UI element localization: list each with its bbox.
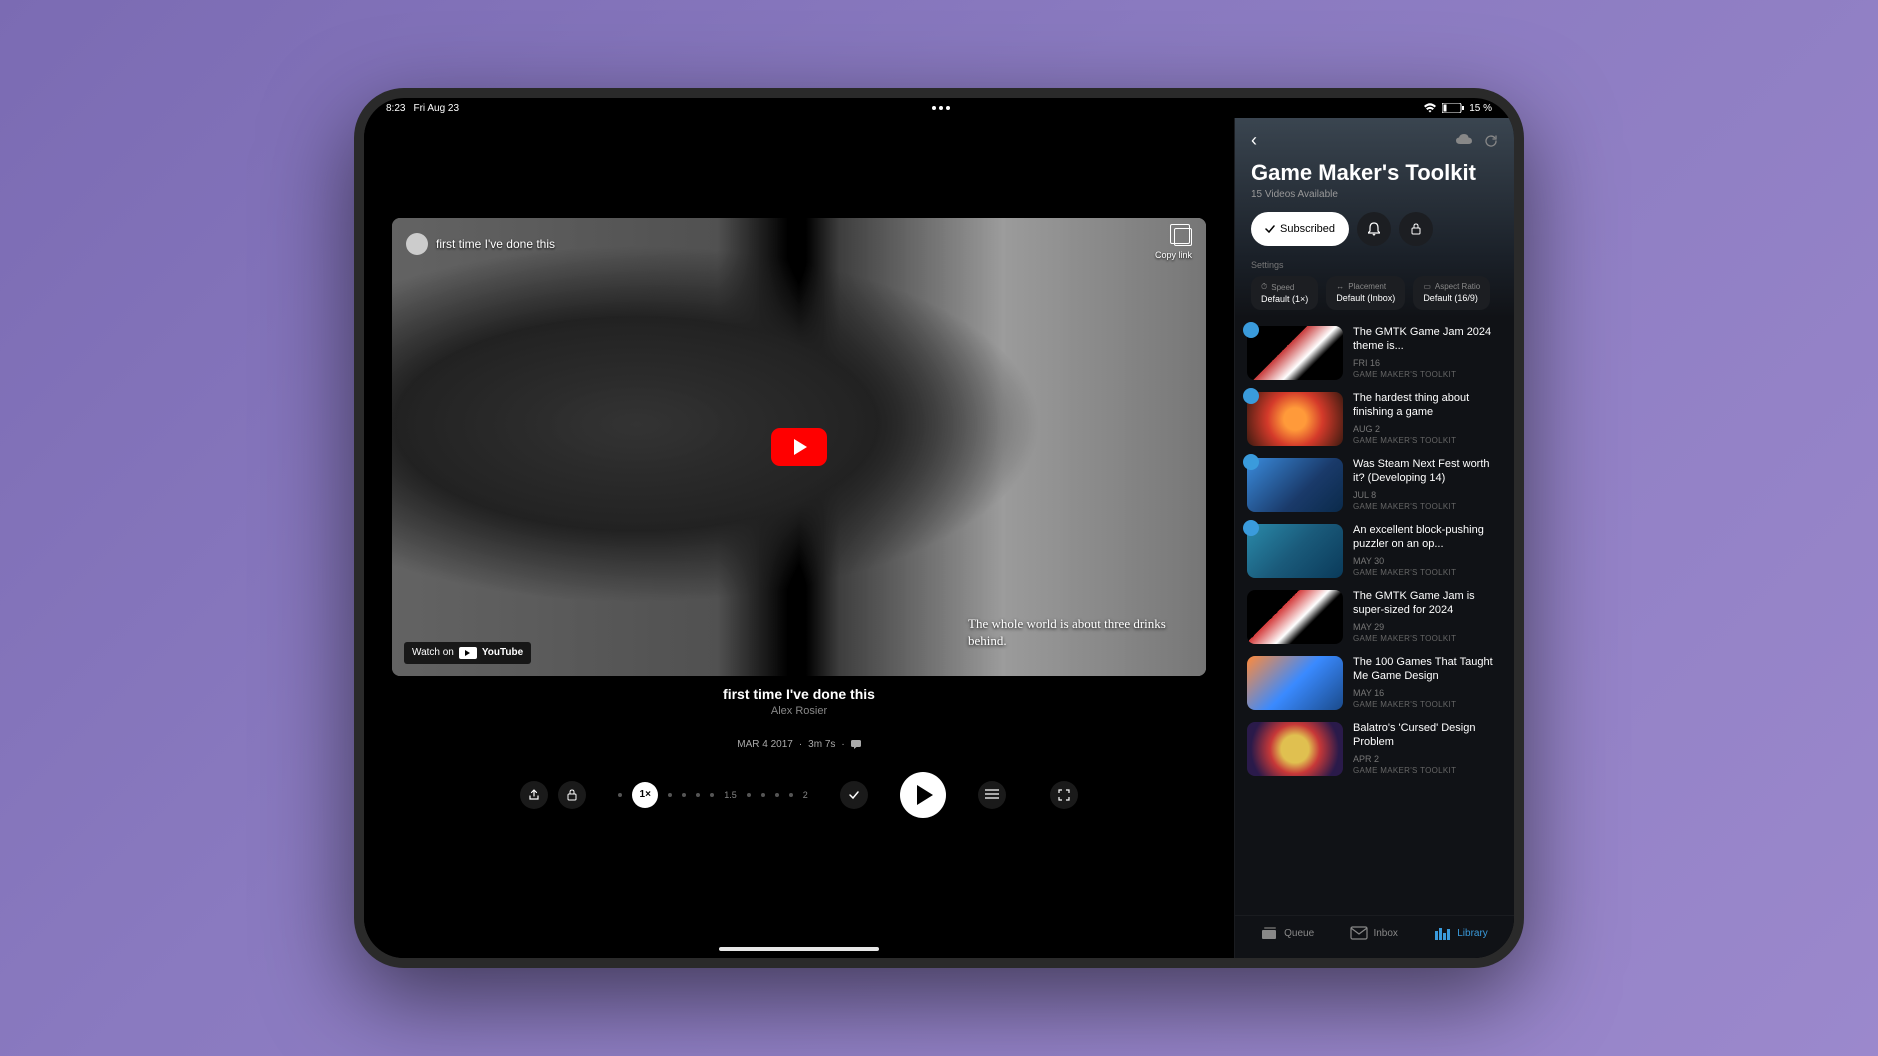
copy-icon <box>1174 228 1192 246</box>
video-item-title: The GMTK Game Jam is super-sized for 202… <box>1353 590 1502 618</box>
video-item-channel: GAME MAKER'S TOOLKIT <box>1353 436 1502 445</box>
ipad-frame: 8:23 Fri Aug 23 15 % first time I've d <box>354 88 1524 968</box>
video-thumbnail <box>1247 656 1343 710</box>
video-caption: The whole world is about three drinks be… <box>968 615 1188 650</box>
play-button[interactable] <box>900 772 946 818</box>
video-item-date: AUG 2 <box>1353 424 1502 434</box>
video-item-date: MAY 29 <box>1353 622 1502 632</box>
library-icon <box>1434 926 1452 940</box>
video-item-date: MAY 16 <box>1353 688 1502 698</box>
video-item-title: The hardest thing about finishing a game <box>1353 392 1502 420</box>
video-list[interactable]: The GMTK Game Jam 2024 theme is... FRI 1… <box>1235 318 1514 915</box>
tab-library[interactable]: Library <box>1434 926 1488 940</box>
subscribed-button[interactable]: Subscribed <box>1251 212 1349 246</box>
channel-subtitle: 15 Videos Available <box>1251 189 1498 200</box>
video-thumbnail <box>1247 392 1343 446</box>
video-item-channel: GAME MAKER'S TOOLKIT <box>1353 568 1502 577</box>
back-button[interactable]: ‹ <box>1251 130 1257 151</box>
video-thumbnail <box>1247 326 1343 380</box>
video-thumbnail <box>1247 722 1343 776</box>
channel-title: Game Maker's Toolkit <box>1251 161 1498 185</box>
video-thumbnail <box>1247 524 1343 578</box>
video-item-date: FRI 16 <box>1353 358 1502 368</box>
video-duration: 3m 7s <box>808 739 835 750</box>
video-item[interactable]: Balatro's 'Cursed' Design Problem APR 2 … <box>1247 722 1502 776</box>
copy-link-button[interactable]: Copy link <box>1155 228 1192 260</box>
queue-button[interactable] <box>978 781 1006 809</box>
video-date: MAR 4 2017 <box>737 739 793 750</box>
lock-button[interactable] <box>558 781 586 809</box>
tab-queue[interactable]: Queue <box>1261 926 1314 940</box>
device-screen: 8:23 Fri Aug 23 15 % first time I've d <box>364 98 1514 958</box>
channel-avatar[interactable] <box>406 233 428 255</box>
settings-label: Settings <box>1251 260 1498 270</box>
expand-button[interactable] <box>1050 781 1078 809</box>
video-item[interactable]: The GMTK Game Jam 2024 theme is... FRI 1… <box>1247 326 1502 380</box>
wifi-icon <box>1423 103 1437 113</box>
video-item[interactable]: The GMTK Game Jam is super-sized for 202… <box>1247 590 1502 644</box>
video-item-title: Balatro's 'Cursed' Design Problem <box>1353 722 1502 750</box>
youtube-play-button[interactable] <box>771 428 827 466</box>
speed-current[interactable]: 1× <box>632 782 658 808</box>
video-item[interactable]: Was Steam Next Fest worth it? (Developin… <box>1247 458 1502 512</box>
video-item[interactable]: The hardest thing about finishing a game… <box>1247 392 1502 446</box>
video-item-channel: GAME MAKER'S TOOLKIT <box>1353 766 1502 775</box>
video-item-channel: GAME MAKER'S TOOLKIT <box>1353 502 1502 511</box>
video-item[interactable]: The 100 Games That Taught Me Game Design… <box>1247 656 1502 710</box>
status-time: 8:23 <box>386 103 405 114</box>
speed-selector[interactable]: 1× 1.5 2 <box>618 782 808 808</box>
video-thumbnail <box>1247 590 1343 644</box>
status-bar: 8:23 Fri Aug 23 15 % <box>364 98 1514 118</box>
more-dots[interactable] <box>932 106 950 110</box>
video-frame[interactable]: first time I've done this Copy link The … <box>392 218 1206 676</box>
settings-chip-placement[interactable]: ↔PlacementDefault (Inbox) <box>1326 276 1405 310</box>
inbox-icon <box>1350 926 1368 940</box>
video-item-date: APR 2 <box>1353 754 1502 764</box>
video-thumbnail <box>1247 458 1343 512</box>
video-item-title: Was Steam Next Fest worth it? (Developin… <box>1353 458 1502 486</box>
youtube-logo-icon <box>459 647 477 659</box>
video-item-title: An excellent block-pushing puzzler on an… <box>1353 524 1502 552</box>
queue-icon <box>1261 926 1279 940</box>
battery-icon <box>1442 103 1464 113</box>
chat-icon[interactable] <box>851 740 861 749</box>
video-panel: first time I've done this Copy link The … <box>364 118 1234 958</box>
tab-inbox[interactable]: Inbox <box>1350 926 1397 940</box>
battery-pct: 15 % <box>1469 103 1492 114</box>
video-title: first time I've done this <box>364 686 1234 702</box>
checkmark-button[interactable] <box>840 781 868 809</box>
chip-icon: ▭ <box>1423 282 1431 291</box>
video-item[interactable]: An excellent block-pushing puzzler on an… <box>1247 524 1502 578</box>
share-button[interactable] <box>520 781 548 809</box>
notifications-button[interactable] <box>1357 212 1391 246</box>
cloud-icon[interactable] <box>1456 134 1472 148</box>
watch-on-youtube[interactable]: Watch on YouTube <box>404 642 531 664</box>
settings-chip-aspect-ratio[interactable]: ▭Aspect RatioDefault (16/9) <box>1413 276 1490 310</box>
refresh-icon[interactable] <box>1484 134 1498 148</box>
video-item-date: MAY 30 <box>1353 556 1502 566</box>
chip-icon: ⏱ <box>1261 282 1267 292</box>
video-item-date: JUL 8 <box>1353 490 1502 500</box>
status-date: Fri Aug 23 <box>413 103 459 114</box>
side-panel: ‹ Game Maker's Toolkit 15 Videos Availab… <box>1234 118 1514 958</box>
video-item-channel: GAME MAKER'S TOOLKIT <box>1353 370 1502 379</box>
video-author: Alex Rosier <box>364 705 1234 717</box>
video-item-title: The 100 Games That Taught Me Game Design <box>1353 656 1502 684</box>
video-item-title: The GMTK Game Jam 2024 theme is... <box>1353 326 1502 354</box>
video-item-channel: GAME MAKER'S TOOLKIT <box>1353 634 1502 643</box>
overlay-title: first time I've done this <box>436 237 555 251</box>
settings-chip-speed[interactable]: ⏱SpeedDefault (1×) <box>1251 276 1318 310</box>
home-indicator[interactable] <box>719 947 879 951</box>
privacy-button[interactable] <box>1399 212 1433 246</box>
chip-icon: ↔ <box>1336 282 1344 291</box>
video-item-channel: GAME MAKER'S TOOLKIT <box>1353 700 1502 709</box>
